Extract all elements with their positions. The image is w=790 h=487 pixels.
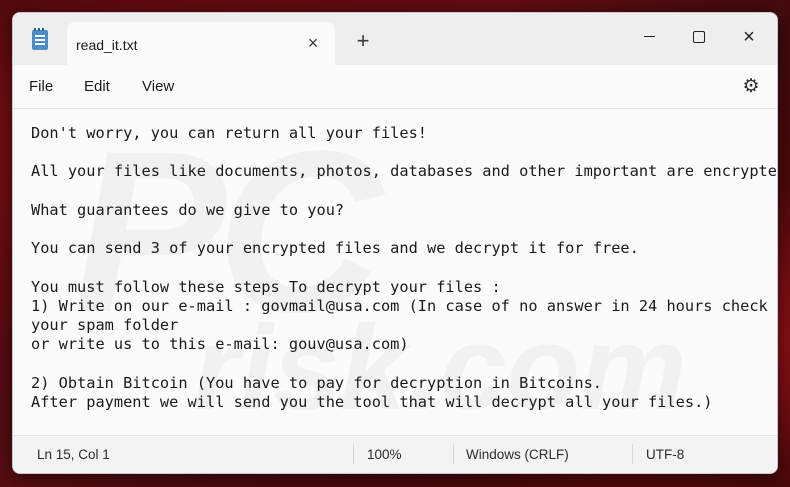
document-text[interactable]: Don't worry, you can return all your fil… xyxy=(31,124,777,412)
menu-bar: File Edit View ⚙ xyxy=(13,65,777,109)
status-divider xyxy=(453,444,454,464)
maximize-icon xyxy=(693,31,705,43)
status-divider xyxy=(632,444,633,464)
line-ending[interactable]: Windows (CRLF) xyxy=(466,447,569,462)
status-divider xyxy=(353,444,354,464)
menu-view[interactable]: View xyxy=(142,78,174,95)
encoding[interactable]: UTF-8 xyxy=(646,447,684,462)
tab-title: read_it.txt xyxy=(76,37,138,53)
text-editor[interactable]: PC risk.com Don't worry, you can return … xyxy=(13,109,777,437)
tab-read-it[interactable]: read_it.txt × xyxy=(67,22,335,65)
menu-edit[interactable]: Edit xyxy=(84,78,110,95)
new-tab-button[interactable]: + xyxy=(353,30,373,52)
status-bar: Ln 15, Col 1 100% Windows (CRLF) UTF-8 xyxy=(13,435,777,473)
title-bar[interactable]: read_it.txt × + × xyxy=(13,13,777,65)
menu-file[interactable]: File xyxy=(29,78,53,95)
notepad-window: read_it.txt × + × File Edit View ⚙ PC ri… xyxy=(12,12,778,474)
tab-close-icon[interactable]: × xyxy=(303,33,323,53)
close-icon: × xyxy=(743,26,755,48)
maximize-button[interactable] xyxy=(677,21,721,53)
settings-gear-icon[interactable]: ⚙ xyxy=(741,77,761,97)
cursor-position[interactable]: Ln 15, Col 1 xyxy=(37,447,110,462)
zoom-level[interactable]: 100% xyxy=(367,447,402,462)
minimize-icon xyxy=(644,36,655,37)
minimize-button[interactable] xyxy=(628,21,672,53)
close-window-button[interactable]: × xyxy=(727,21,771,53)
notepad-app-icon xyxy=(32,28,48,50)
